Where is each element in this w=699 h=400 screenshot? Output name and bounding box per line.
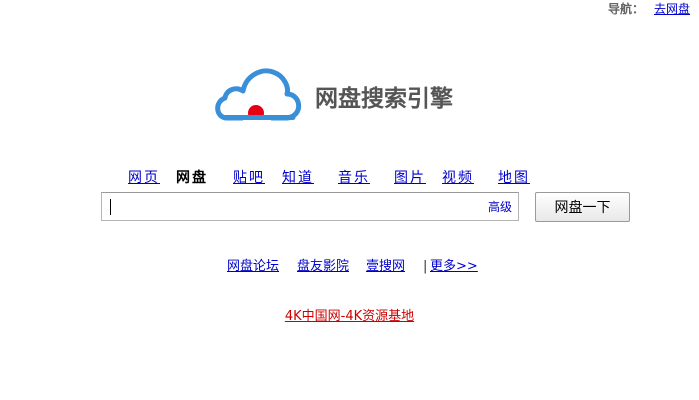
tab-netdisk[interactable]: 网盘 (176, 168, 208, 188)
tab-music[interactable]: 音乐 (338, 168, 370, 188)
search-category-tabs: 网页 网盘 贴吧 知道 音乐 图片 视频 地图 (0, 168, 699, 188)
link-netdisk-forum[interactable]: 网盘论坛 (227, 258, 279, 276)
footer-links: 网盘论坛 盘友影院 壹搜网 | 更多>> (0, 258, 699, 276)
advanced-search-link[interactable]: 高级 (488, 199, 512, 215)
link-yisou[interactable]: 壹搜网 (366, 258, 405, 276)
promo: 4K中国网-4K资源基地 (0, 308, 699, 326)
link-panyou-cinema[interactable]: 盘友影院 (297, 258, 349, 276)
promo-link-4k[interactable]: 4K中国网-4K资源基地 (285, 309, 414, 324)
logo-text: 网盘搜索引擎 (315, 86, 453, 112)
search-input[interactable] (108, 196, 468, 217)
tab-tieba[interactable]: 贴吧 (233, 168, 265, 188)
search-button[interactable]: 网盘一下 (535, 192, 630, 222)
nav-label: 导航： (607, 2, 644, 16)
tab-web[interactable]: 网页 (128, 168, 160, 188)
tab-video[interactable]: 视频 (442, 168, 474, 188)
logo: 网盘搜索引擎 (213, 66, 483, 122)
link-more[interactable]: 更多>> (430, 258, 478, 276)
search-box: 高级 (101, 192, 519, 221)
tab-images[interactable]: 图片 (394, 168, 426, 188)
tab-zhidao[interactable]: 知道 (282, 168, 314, 188)
cloud-logo-icon (215, 68, 302, 122)
links-separator: | (423, 259, 428, 274)
text-caret (110, 199, 111, 215)
go-netdisk-link[interactable]: 去网盘 (654, 2, 690, 16)
tab-map[interactable]: 地图 (498, 168, 530, 188)
top-navigation: 导航： 去网盘 (608, 1, 690, 17)
